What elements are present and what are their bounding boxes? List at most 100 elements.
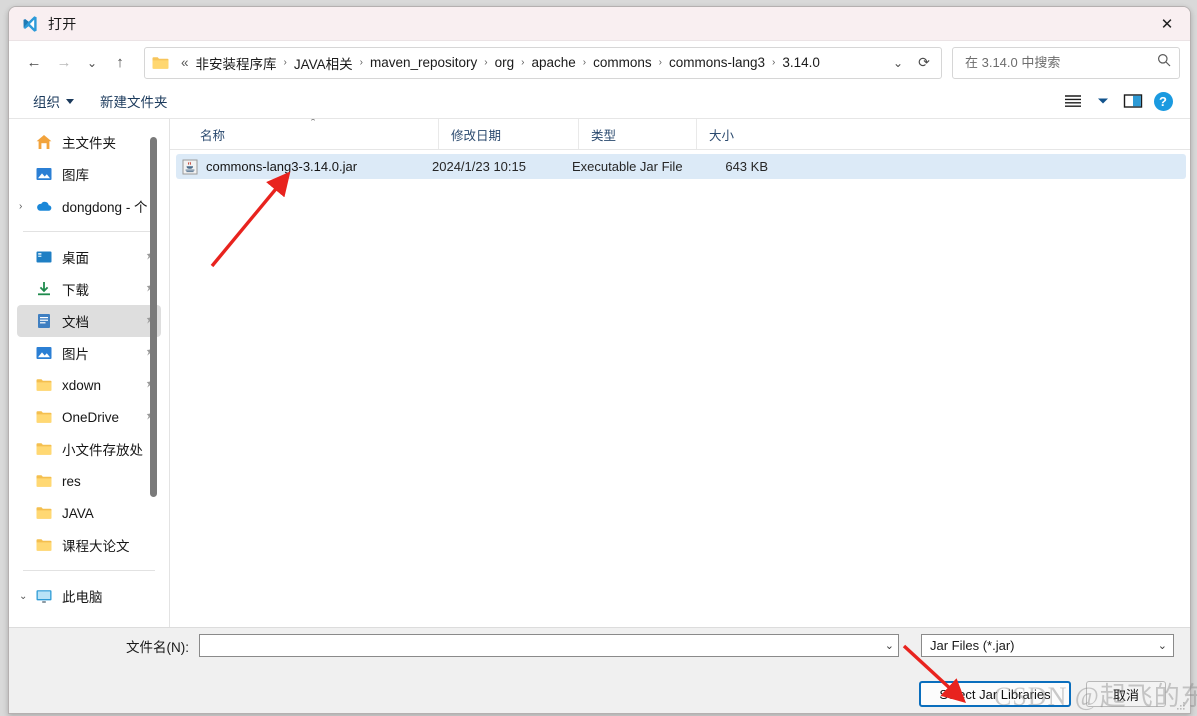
pictures-icon xyxy=(35,344,53,362)
forward-button[interactable]: → xyxy=(49,48,79,78)
sidebar-item-res[interactable]: res xyxy=(17,465,161,497)
new-folder-button[interactable]: 新建文件夹 xyxy=(94,87,174,115)
sidebar-scrollbar-thumb[interactable] xyxy=(150,137,157,497)
column-header-date[interactable]: 修改日期 xyxy=(438,119,578,149)
file-name-input[interactable] xyxy=(206,637,879,654)
breadcrumb-overflow[interactable]: « xyxy=(176,52,191,73)
breadcrumb-item-5[interactable]: commons xyxy=(588,52,657,73)
chevron-down-icon: ⌄ xyxy=(1157,640,1167,652)
sidebar-scrollbar-track[interactable] xyxy=(150,123,163,623)
breadcrumb-separator: › xyxy=(283,57,287,68)
desktop-icon xyxy=(35,248,53,266)
search-icon xyxy=(1157,53,1171,72)
chevron-down-icon[interactable]: ⌄ xyxy=(879,639,894,652)
breadcrumb-item-7[interactable]: 3.14.0 xyxy=(777,52,825,73)
sidebar-item-pictures[interactable]: 图片 xyxy=(17,337,161,369)
file-type-value: Jar Files (*.jar) xyxy=(930,638,1015,653)
folder-icon xyxy=(152,56,169,70)
file-name-cell: commons-lang3-3.14.0.jar xyxy=(176,159,432,175)
organize-button[interactable]: 组织 xyxy=(27,87,80,115)
breadcrumb-item-1[interactable]: JAVA相关 xyxy=(289,50,358,76)
sort-ascending-icon: ⌃ xyxy=(309,119,317,127)
breadcrumb-item-0[interactable]: 非安装程序库 xyxy=(191,50,282,76)
list-view-icon[interactable] xyxy=(1058,88,1088,114)
folder-icon xyxy=(35,408,53,426)
address-bar[interactable]: « 非安装程序库 › JAVA相关 › maven_repository › o… xyxy=(144,46,942,79)
sidebar-item-onedrive[interactable]: › dongdong - 个 xyxy=(17,190,161,222)
breadcrumb-separator: › xyxy=(521,57,525,68)
sidebar-item-label: JAVA xyxy=(62,505,94,521)
sidebar-item-downloads[interactable]: 下载 xyxy=(17,273,161,305)
sidebar-divider xyxy=(23,231,155,232)
folder-icon xyxy=(35,440,53,458)
screenshot-root: 打开 ✕ ← → ⌄ ↑ « 非安装程序库 › JAVA相关 › maven_r… xyxy=(0,0,1197,716)
refresh-icon[interactable]: ⟳ xyxy=(911,50,937,76)
sidebar-item-thesis[interactable]: 课程大论文 xyxy=(17,529,161,561)
column-header-size[interactable]: 大小 xyxy=(696,119,768,149)
home-icon xyxy=(35,133,53,151)
sidebar-item-label: res xyxy=(62,473,81,489)
column-header-type[interactable]: 类型 xyxy=(578,119,696,149)
this-pc-icon xyxy=(35,587,53,605)
sidebar-item-label: 图片 xyxy=(62,347,89,362)
sidebar-item-home[interactable]: 主文件夹 xyxy=(17,126,161,158)
vscode-icon xyxy=(21,15,39,33)
sidebar-item-xdown[interactable]: xdown xyxy=(17,369,161,401)
up-button[interactable]: ↑ xyxy=(105,48,135,78)
breadcrumb-item-2[interactable]: maven_repository xyxy=(365,52,482,73)
command-bar: 组织 新建文件夹 ? xyxy=(9,84,1190,119)
sidebar-item-label: 此电脑 xyxy=(62,590,103,605)
close-icon[interactable]: ✕ xyxy=(1144,7,1190,40)
folder-icon xyxy=(35,536,53,554)
file-type-cell: Executable Jar File xyxy=(572,159,683,174)
search-box[interactable] xyxy=(952,46,1180,79)
breadcrumb-separator: › xyxy=(359,57,363,68)
search-input[interactable] xyxy=(963,54,1157,71)
chevron-right-icon[interactable]: › xyxy=(19,201,33,212)
navigation-bar: ← → ⌄ ↑ « 非安装程序库 › JAVA相关 › maven_reposi… xyxy=(9,41,1190,84)
breadcrumb-separator: › xyxy=(484,57,488,68)
column-label: 大小 xyxy=(709,128,735,143)
new-folder-label: 新建文件夹 xyxy=(100,95,168,110)
file-type-select[interactable]: Jar Files (*.jar) ⌄ xyxy=(921,634,1174,657)
table-row[interactable]: commons-lang3-3.14.0.jar 2024/1/23 10:15… xyxy=(176,154,1186,179)
sidebar-item-label: 文档 xyxy=(62,315,89,330)
help-button[interactable]: ? xyxy=(1148,88,1178,114)
sidebar-item-desktop[interactable]: 桌面 xyxy=(17,241,161,273)
sidebar-item-label: 课程大论文 xyxy=(62,539,130,554)
sidebar-item-onedrive-folder[interactable]: OneDrive xyxy=(17,401,161,433)
preview-pane-icon[interactable] xyxy=(1118,88,1148,114)
file-name-label: commons-lang3-3.14.0.jar xyxy=(206,159,358,174)
sidebar-item-label: 小文件存放处 xyxy=(62,443,143,458)
column-header-name[interactable]: ⌃ 名称 xyxy=(188,119,438,149)
sidebar-item-documents[interactable]: 文档 xyxy=(17,305,161,337)
select-jar-libraries-button[interactable]: Select Jar Libraries xyxy=(919,681,1071,707)
breadcrumb-item-4[interactable]: apache xyxy=(526,52,580,73)
onedrive-cloud-icon xyxy=(35,197,53,215)
sidebar-item-label: xdown xyxy=(62,377,102,393)
sidebar-item-label: dongdong - 个 xyxy=(62,200,148,215)
sidebar-item-label: OneDrive xyxy=(62,409,120,425)
sidebar-item-label: 桌面 xyxy=(62,251,89,266)
sidebar-item-java[interactable]: JAVA xyxy=(17,497,161,529)
file-name-field[interactable]: ⌄ xyxy=(199,634,899,657)
view-chevron-down-icon[interactable] xyxy=(1088,88,1118,114)
documents-icon xyxy=(35,312,53,330)
cancel-button[interactable]: 取消 xyxy=(1086,681,1166,707)
dialog-body: 主文件夹 图库 › dongdong - 个 桌面 下载 文档 图片 xdown… xyxy=(9,119,1190,627)
file-name-label: 文件名(N): xyxy=(126,639,189,655)
breadcrumb-item-6[interactable]: commons-lang3 xyxy=(664,52,770,73)
chevron-down-icon[interactable]: ⌄ xyxy=(885,50,911,76)
file-list-pane: ⌃ 名称 修改日期 类型 大小 commons-lang3-3.14.0.jar… xyxy=(170,119,1190,627)
chevron-down-icon xyxy=(66,98,74,104)
file-date-cell: 2024/1/23 10:15 xyxy=(432,159,526,174)
back-button[interactable]: ← xyxy=(19,48,49,78)
resize-grip[interactable] xyxy=(1174,698,1186,710)
chevron-down-icon[interactable]: ⌄ xyxy=(19,591,33,602)
breadcrumb-item-3[interactable]: org xyxy=(490,52,520,73)
window-title: 打开 xyxy=(48,15,77,32)
sidebar-item-gallery[interactable]: 图库 xyxy=(17,158,161,190)
sidebar-item-small-files[interactable]: 小文件存放处 xyxy=(17,433,161,465)
recent-locations-button[interactable]: ⌄ xyxy=(79,48,105,78)
sidebar-item-this-pc[interactable]: ⌄ 此电脑 xyxy=(17,580,161,612)
